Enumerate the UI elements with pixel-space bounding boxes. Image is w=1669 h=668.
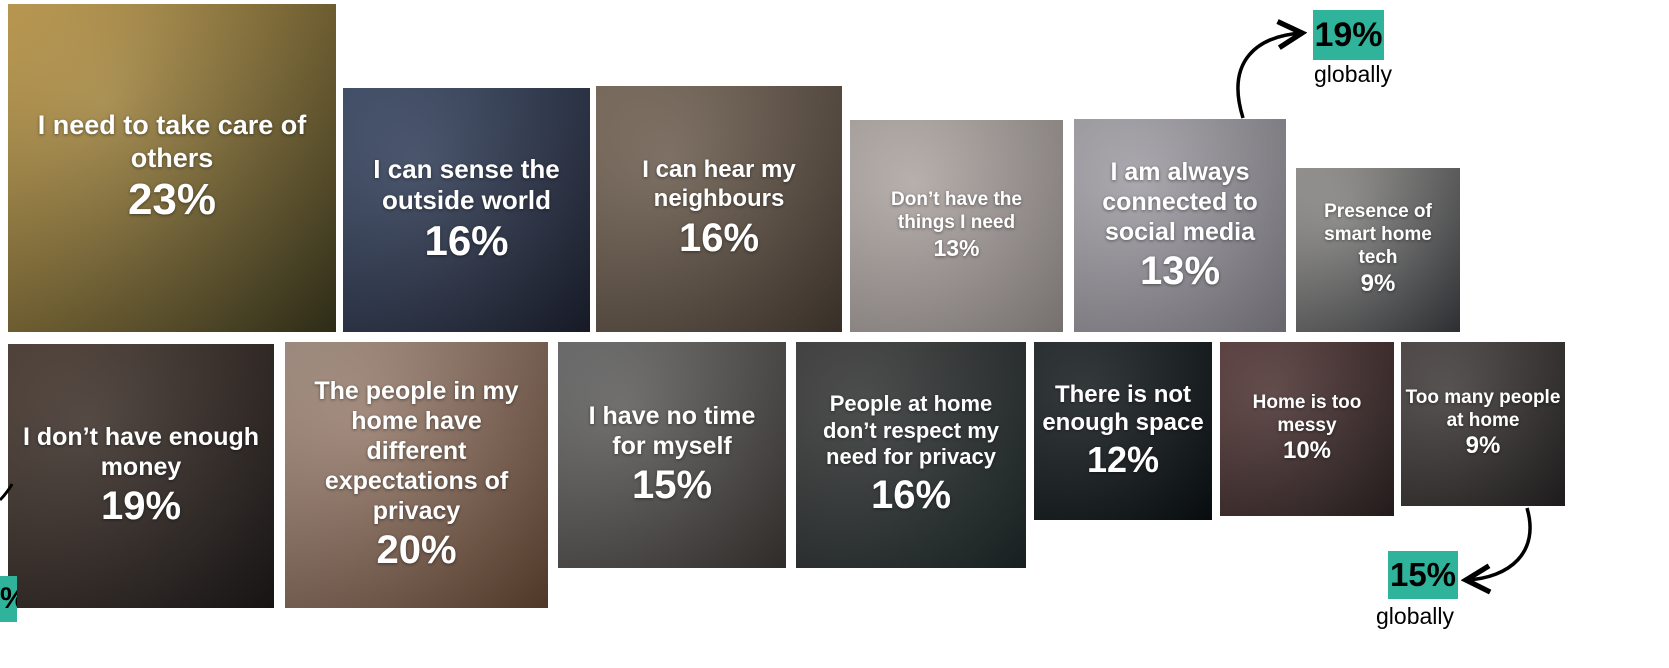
tile-percent: 10% <box>1282 437 1332 465</box>
tile-label: I have no time for myself <box>588 402 756 460</box>
tile-label: Don’t have the things I need <box>891 189 1022 234</box>
tile-label: I don’t have enough money <box>22 423 260 481</box>
tile-label: People at home don’t respect my need for… <box>822 391 1000 470</box>
tile-percent: 20% <box>376 528 457 572</box>
tile-label: I am always connected to social media <box>1102 157 1258 246</box>
tile-label: The people in my home have different exp… <box>314 377 519 525</box>
arrow-partial-left <box>0 483 14 502</box>
tile-label: Too many people at home <box>1405 386 1561 431</box>
tile-percent: 19% <box>100 484 182 528</box>
arrow-to-too-many-people-global <box>1466 507 1532 580</box>
tile-label: Home is too messy <box>1252 391 1362 436</box>
tile-label: Presence of smart home tech <box>1324 201 1432 268</box>
arrow-icon <box>0 0 1532 668</box>
tile-percent: 23% <box>127 174 217 224</box>
tile-percent: 12% <box>1086 439 1160 481</box>
tile-label: I can hear my neighbours <box>642 156 796 212</box>
tile-label: I can sense the outside world <box>373 153 560 215</box>
tile-label: There is not enough space <box>1042 380 1204 437</box>
tile-label: I need to take care of others <box>37 110 307 173</box>
tile-percent: 16% <box>870 472 952 517</box>
tile-percent: 13% <box>1139 248 1221 293</box>
tile-percent: 9% <box>1360 269 1396 297</box>
tile-percent: 15% <box>631 463 713 507</box>
tile-percent: 9% <box>1465 432 1501 460</box>
tile-percent: 13% <box>933 235 980 261</box>
tile-percent: 16% <box>424 216 509 264</box>
tile-percent: 16% <box>678 215 760 260</box>
arrow-to-social-media-global <box>1236 33 1302 119</box>
